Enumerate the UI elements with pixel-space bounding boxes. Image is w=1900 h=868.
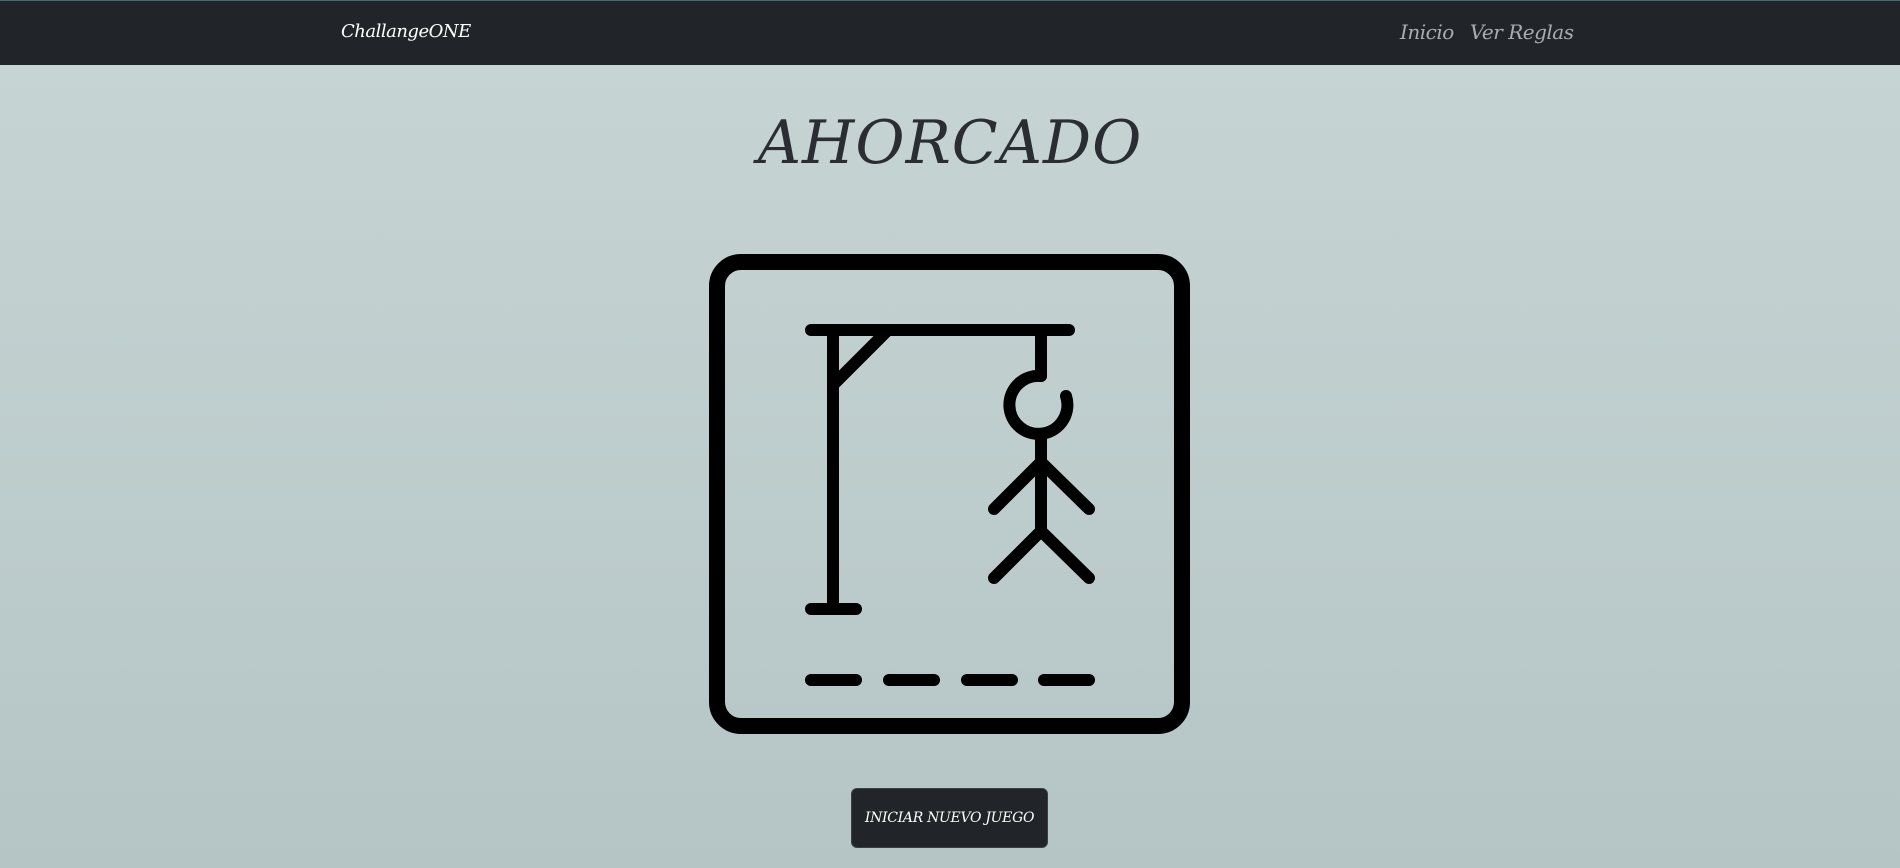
page-title: AHORCADO [757,108,1143,178]
brand-link[interactable]: ChallangeONE [341,21,471,42]
stickman-leg-left [988,525,1047,584]
nav-links: Inicio Ver Reglas [1400,20,1574,44]
start-new-game-button[interactable]: INICIAR NUEVO JUEGO [851,788,1048,848]
navbar: ChallangeONE Inicio Ver Reglas [0,0,1900,65]
stickman-head [1003,369,1074,440]
stickman-arm-right [1035,456,1095,515]
hangman-icon [709,254,1190,734]
stickman-leg-right [1035,525,1095,584]
stickman-arm-left [988,456,1047,515]
gallows-brace [827,324,894,391]
nav-link-inicio[interactable]: Inicio [1400,20,1454,44]
nav-link-ver-reglas[interactable]: Ver Reglas [1470,20,1574,44]
